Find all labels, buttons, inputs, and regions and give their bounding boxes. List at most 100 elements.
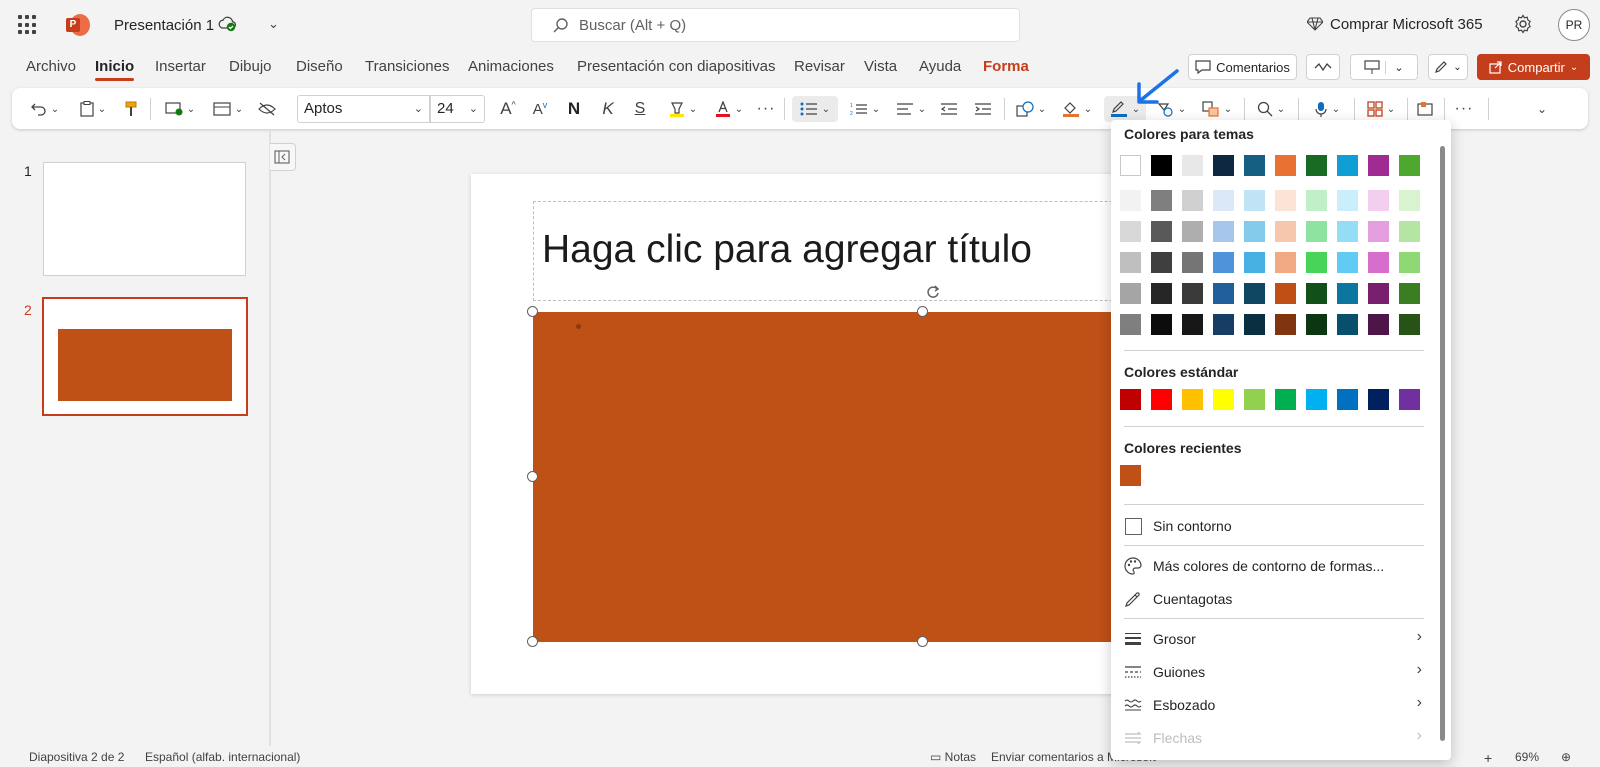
expand-ribbon-button[interactable]: ⌄ [1532,96,1552,122]
theme-shade-swatch[interactable] [1399,221,1420,242]
recent-color-swatch[interactable] [1120,465,1141,486]
tab-diseno[interactable]: Diseño [296,58,343,75]
shapes-button[interactable]: ⌄ [1012,96,1050,122]
dashes-item[interactable]: Guiones › [1124,659,1424,685]
theme-color-swatch[interactable] [1399,155,1420,176]
hide-slide-button[interactable] [255,96,279,122]
theme-shade-swatch[interactable] [1306,190,1327,211]
resize-handle[interactable] [527,636,538,647]
theme-shade-swatch[interactable] [1275,283,1296,304]
fit-slide-icon[interactable]: ⊕ [1561,750,1571,764]
theme-shade-swatch[interactable] [1275,314,1296,335]
share-button[interactable]: Compartir ⌄ [1477,54,1590,80]
theme-shade-swatch[interactable] [1182,283,1203,304]
theme-shade-swatch[interactable] [1275,252,1296,273]
theme-shade-swatch[interactable] [1275,221,1296,242]
powerpoint-logo-icon[interactable]: P [66,14,90,36]
theme-shade-swatch[interactable] [1244,314,1265,335]
standard-color-swatch[interactable] [1182,389,1203,410]
pane-divider[interactable] [269,130,271,746]
arrange-button[interactable]: ⌄ [1198,96,1236,122]
layout-button[interactable]: ⌄ [208,96,248,122]
theme-shade-swatch[interactable] [1244,190,1265,211]
theme-shade-swatch[interactable] [1399,252,1420,273]
theme-shade-swatch[interactable] [1151,314,1172,335]
resize-handle[interactable] [527,471,538,482]
standard-color-swatch[interactable] [1337,389,1358,410]
bullets-button[interactable]: ⌄ [792,96,838,122]
designer-button[interactable]: ⌄ [1362,96,1400,122]
font-color-button[interactable]: ⌄ [710,96,748,122]
undo-button[interactable]: ⌄ [26,96,64,122]
italic-button[interactable]: K [598,96,618,122]
theme-shade-swatch[interactable] [1399,283,1420,304]
edit-mode-button[interactable]: ⌄ [1428,54,1468,80]
tab-presentacion[interactable]: Presentación con diapositivas [577,58,775,75]
theme-color-swatch[interactable] [1244,155,1265,176]
find-button[interactable]: ⌄ [1252,96,1290,122]
app-launcher-icon[interactable] [18,15,38,35]
theme-shade-swatch[interactable] [1120,283,1141,304]
theme-shade-swatch[interactable] [1151,252,1172,273]
tab-vista[interactable]: Vista [864,58,897,75]
theme-shade-swatch[interactable] [1151,283,1172,304]
theme-shade-swatch[interactable] [1337,283,1358,304]
slide-thumbnail-2[interactable] [42,297,248,416]
theme-shade-swatch[interactable] [1120,221,1141,242]
sketched-item[interactable]: Esbozado › [1124,692,1424,718]
notes-button[interactable]: ▭ Notas [930,750,976,764]
theme-shade-swatch[interactable] [1368,221,1389,242]
standard-color-swatch[interactable] [1151,389,1172,410]
theme-shade-swatch[interactable] [1213,314,1234,335]
theme-shade-swatch[interactable] [1368,314,1389,335]
theme-shade-swatch[interactable] [1399,314,1420,335]
standard-color-swatch[interactable] [1399,389,1420,410]
theme-shade-swatch[interactable] [1337,221,1358,242]
theme-shade-swatch[interactable] [1120,252,1141,273]
theme-shade-swatch[interactable] [1182,252,1203,273]
standard-color-swatch[interactable] [1368,389,1389,410]
theme-shade-swatch[interactable] [1213,221,1234,242]
theme-shade-swatch[interactable] [1337,190,1358,211]
numbering-button[interactable]: 1 2 ⌄ [846,96,884,122]
theme-shade-swatch[interactable] [1306,314,1327,335]
standard-color-swatch[interactable] [1213,389,1234,410]
increase-font-button[interactable]: A^ [496,96,520,122]
theme-color-swatch[interactable] [1368,155,1389,176]
theme-shade-swatch[interactable] [1275,190,1296,211]
theme-shade-swatch[interactable] [1213,190,1234,211]
catch-up-button[interactable] [1306,54,1340,80]
standard-color-swatch[interactable] [1120,389,1141,410]
tab-transiciones[interactable]: Transiciones [365,58,449,75]
theme-shade-swatch[interactable] [1337,252,1358,273]
panel-scrollbar[interactable] [1440,146,1445,741]
font-name-field[interactable]: Aptos ⌄ [297,95,430,123]
theme-shade-swatch[interactable] [1182,314,1203,335]
standard-color-swatch[interactable] [1275,389,1296,410]
dictate-button[interactable]: ⌄ [1308,96,1346,122]
theme-shade-swatch[interactable] [1337,314,1358,335]
tab-forma[interactable]: Forma [983,58,1029,75]
shape-fill-button[interactable]: ⌄ [1058,96,1096,122]
theme-shade-swatch[interactable] [1120,190,1141,211]
resize-handle[interactable] [917,306,928,317]
bold-button[interactable]: N [564,96,584,122]
theme-shade-swatch[interactable] [1182,221,1203,242]
more-options-button[interactable]: ··· [1452,96,1476,122]
theme-shade-swatch[interactable] [1306,221,1327,242]
tab-insertar[interactable]: Insertar [155,58,206,75]
font-size-field[interactable]: 24 ⌄ [430,95,485,123]
weight-item[interactable]: Grosor › [1124,626,1424,652]
search-input[interactable]: Buscar (Alt + Q) [531,8,1020,42]
tab-revisar[interactable]: Revisar [794,58,845,75]
title-chevron-down-icon[interactable]: ⌄ [268,16,279,32]
theme-shade-swatch[interactable] [1182,190,1203,211]
slide-thumbnail-1[interactable] [43,162,246,276]
tab-archivo[interactable]: Archivo [26,58,76,75]
theme-shade-swatch[interactable] [1244,221,1265,242]
decrease-indent-button[interactable] [938,96,960,122]
tab-inicio[interactable]: Inicio [95,58,135,81]
theme-color-swatch[interactable] [1182,155,1203,176]
resize-handle[interactable] [527,306,538,317]
strikethrough-button[interactable]: S [630,96,650,122]
